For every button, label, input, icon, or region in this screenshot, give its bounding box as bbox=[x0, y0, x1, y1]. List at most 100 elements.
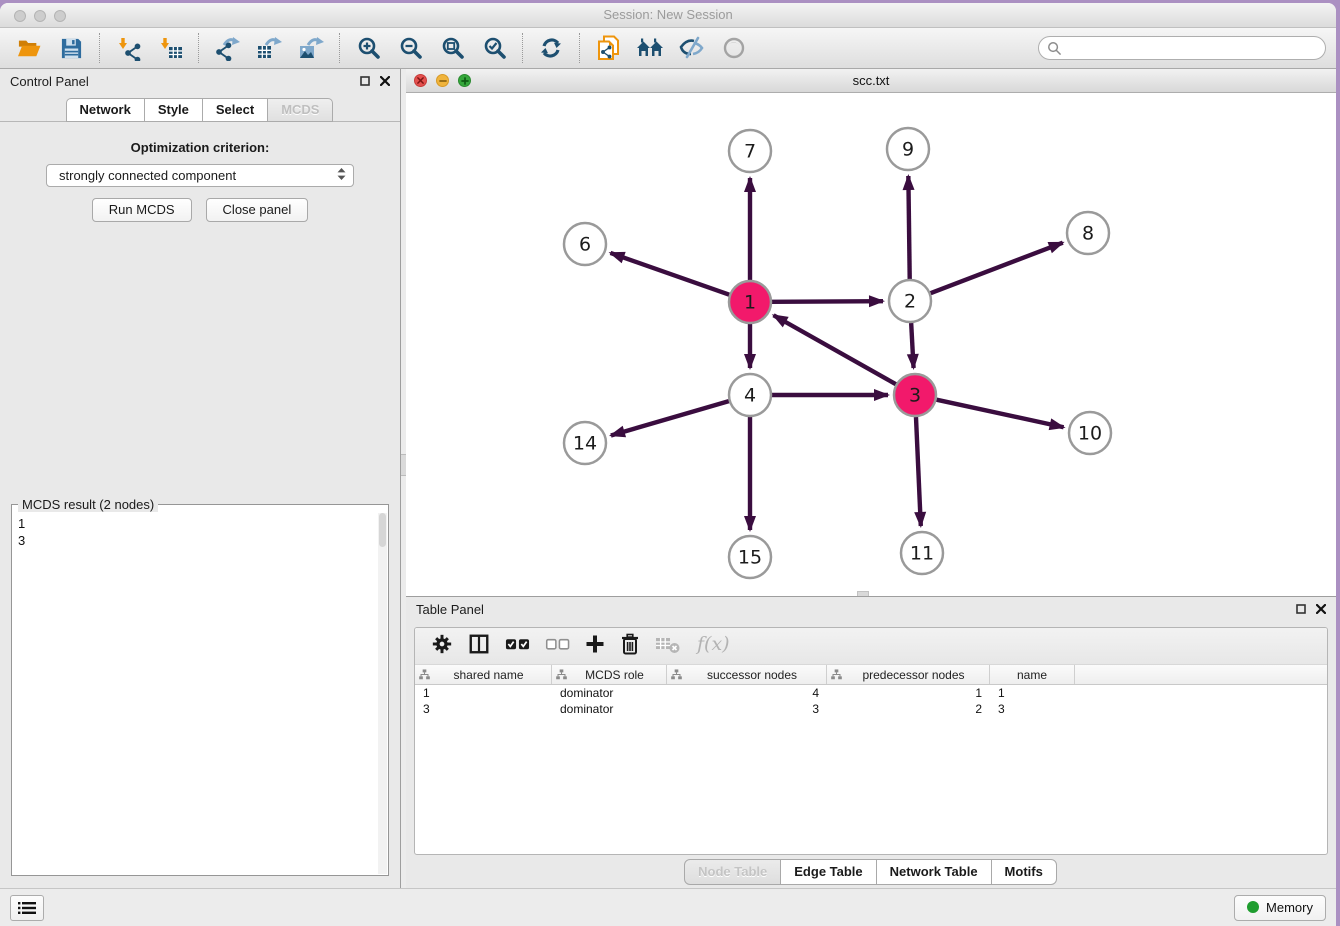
show-columns-button[interactable] bbox=[468, 633, 490, 660]
save-session-button[interactable] bbox=[52, 32, 90, 64]
node-label-3: 3 bbox=[909, 385, 921, 407]
float-panel-icon[interactable] bbox=[360, 74, 370, 89]
cell-predecessor-nodes: 1 bbox=[827, 686, 990, 700]
maximize-window-button[interactable] bbox=[54, 10, 66, 22]
close-panel-button[interactable]: Close panel bbox=[206, 198, 309, 222]
deselect-all-checkbox-button[interactable] bbox=[545, 637, 570, 656]
select-all-checkbox-button[interactable] bbox=[505, 637, 530, 656]
hierarchy-icon bbox=[556, 669, 567, 680]
network-canvas[interactable]: 7968124314101511 bbox=[406, 93, 1336, 596]
cell-MCDS-role: dominator bbox=[552, 686, 667, 700]
edge-1-6[interactable] bbox=[610, 253, 729, 295]
table-tab-group: Node TableEdge TableNetwork TableMotifs bbox=[685, 859, 1057, 885]
toolbar-separator bbox=[522, 33, 523, 63]
network-maximize-button[interactable] bbox=[458, 74, 471, 87]
result-scrollbar[interactable] bbox=[378, 513, 387, 874]
column-header-successor-nodes[interactable]: successor nodes bbox=[667, 665, 827, 684]
zoom-selected-icon bbox=[482, 36, 506, 60]
node-label-1: 1 bbox=[744, 292, 756, 314]
column-header-predecessor-nodes[interactable]: predecessor nodes bbox=[827, 665, 990, 684]
edge-1-2[interactable] bbox=[772, 301, 883, 302]
cell-shared-name: 1 bbox=[415, 686, 552, 700]
export-table-button[interactable] bbox=[250, 32, 288, 64]
table-rows: 1dominator4113dominator323 bbox=[415, 685, 1327, 854]
tab-edge-table[interactable]: Edge Table bbox=[780, 859, 876, 885]
zoom-in-button[interactable] bbox=[349, 32, 387, 64]
table-row[interactable]: 1dominator411 bbox=[415, 685, 1327, 701]
home-network-button[interactable] bbox=[631, 32, 669, 64]
criterion-value: strongly connected component bbox=[59, 168, 336, 183]
open-session-button[interactable] bbox=[10, 32, 48, 64]
memory-button[interactable]: Memory bbox=[1234, 895, 1326, 921]
edge-2-3[interactable] bbox=[911, 323, 913, 368]
network-minimize-button[interactable] bbox=[436, 74, 449, 87]
run-mcds-button[interactable]: Run MCDS bbox=[92, 198, 192, 222]
import-table-button[interactable] bbox=[151, 32, 189, 64]
column-header-name[interactable]: name bbox=[990, 665, 1075, 684]
cell-name: 1 bbox=[990, 686, 1075, 700]
column-header-shared-name[interactable]: shared name bbox=[415, 665, 552, 684]
zoom-selected-button[interactable] bbox=[475, 32, 513, 64]
eye-button bbox=[715, 32, 753, 64]
edge-4-14[interactable] bbox=[611, 401, 729, 435]
float-table-panel-icon[interactable] bbox=[1296, 602, 1306, 617]
export-network-button[interactable] bbox=[208, 32, 246, 64]
edge-2-8[interactable] bbox=[931, 243, 1063, 294]
control-panel-title: Control Panel bbox=[10, 74, 360, 89]
tab-node-table[interactable]: Node Table bbox=[684, 859, 781, 885]
zoom-fit-button[interactable] bbox=[433, 32, 471, 64]
delete-column-button[interactable] bbox=[620, 633, 640, 660]
hide-annotations-icon bbox=[679, 36, 705, 60]
edge-3-1[interactable] bbox=[774, 315, 896, 384]
column-header-MCDS-role[interactable]: MCDS role bbox=[552, 665, 667, 684]
toolbar-separator bbox=[339, 33, 340, 63]
mcds-result-text[interactable]: 13 bbox=[12, 505, 388, 553]
status-bar: Memory bbox=[0, 888, 1336, 926]
import-network-icon bbox=[115, 36, 142, 61]
close-window-button[interactable] bbox=[14, 10, 26, 22]
table-toolbar: f(x) bbox=[415, 628, 1327, 665]
minimize-window-button[interactable] bbox=[34, 10, 46, 22]
delete-table-icon bbox=[655, 634, 680, 659]
node-label-7: 7 bbox=[744, 141, 756, 163]
column-header-label: successor nodes bbox=[682, 668, 822, 682]
hierarchy-icon bbox=[419, 669, 430, 680]
zoom-out-button[interactable] bbox=[391, 32, 429, 64]
edge-2-9[interactable] bbox=[908, 176, 909, 279]
tab-select[interactable]: Select bbox=[202, 98, 268, 122]
import-network-button[interactable] bbox=[109, 32, 147, 64]
close-table-panel-icon[interactable] bbox=[1316, 602, 1326, 617]
result-line: 3 bbox=[18, 532, 382, 549]
result-line: 1 bbox=[18, 515, 382, 532]
hide-annotations-button[interactable] bbox=[673, 32, 711, 64]
network-close-button[interactable] bbox=[414, 74, 427, 87]
list-icon bbox=[18, 901, 36, 915]
add-column-button[interactable] bbox=[585, 634, 605, 659]
window-controls bbox=[14, 10, 66, 22]
task-history-button[interactable] bbox=[10, 895, 44, 921]
settings-gear-button[interactable] bbox=[431, 633, 453, 660]
column-header-label: name bbox=[994, 668, 1070, 682]
refresh-layout-button[interactable] bbox=[532, 32, 570, 64]
tab-mcds[interactable]: MCDS bbox=[267, 98, 333, 122]
tab-style[interactable]: Style bbox=[144, 98, 203, 122]
edge-3-10[interactable] bbox=[936, 400, 1063, 428]
tab-motifs[interactable]: Motifs bbox=[991, 859, 1057, 885]
close-panel-icon[interactable] bbox=[380, 74, 390, 89]
hierarchy-icon bbox=[831, 669, 842, 680]
zoom-fit-icon bbox=[440, 36, 464, 60]
clone-network-button[interactable] bbox=[589, 32, 627, 64]
function-builder-icon: f(x) bbox=[695, 632, 729, 661]
table-panel-title: Table Panel bbox=[416, 602, 1296, 617]
refresh-layout-icon bbox=[539, 36, 563, 60]
settings-gear-icon bbox=[431, 633, 453, 660]
criterion-dropdown[interactable]: strongly connected component bbox=[46, 164, 354, 187]
table-row[interactable]: 3dominator323 bbox=[415, 701, 1327, 717]
canvas-resize-grip[interactable] bbox=[857, 591, 869, 596]
export-image-button[interactable] bbox=[292, 32, 330, 64]
import-table-icon bbox=[157, 36, 184, 61]
tab-network-table[interactable]: Network Table bbox=[876, 859, 992, 885]
search-input[interactable] bbox=[1038, 36, 1326, 60]
edge-3-11[interactable] bbox=[916, 417, 921, 526]
tab-network[interactable]: Network bbox=[66, 98, 145, 122]
